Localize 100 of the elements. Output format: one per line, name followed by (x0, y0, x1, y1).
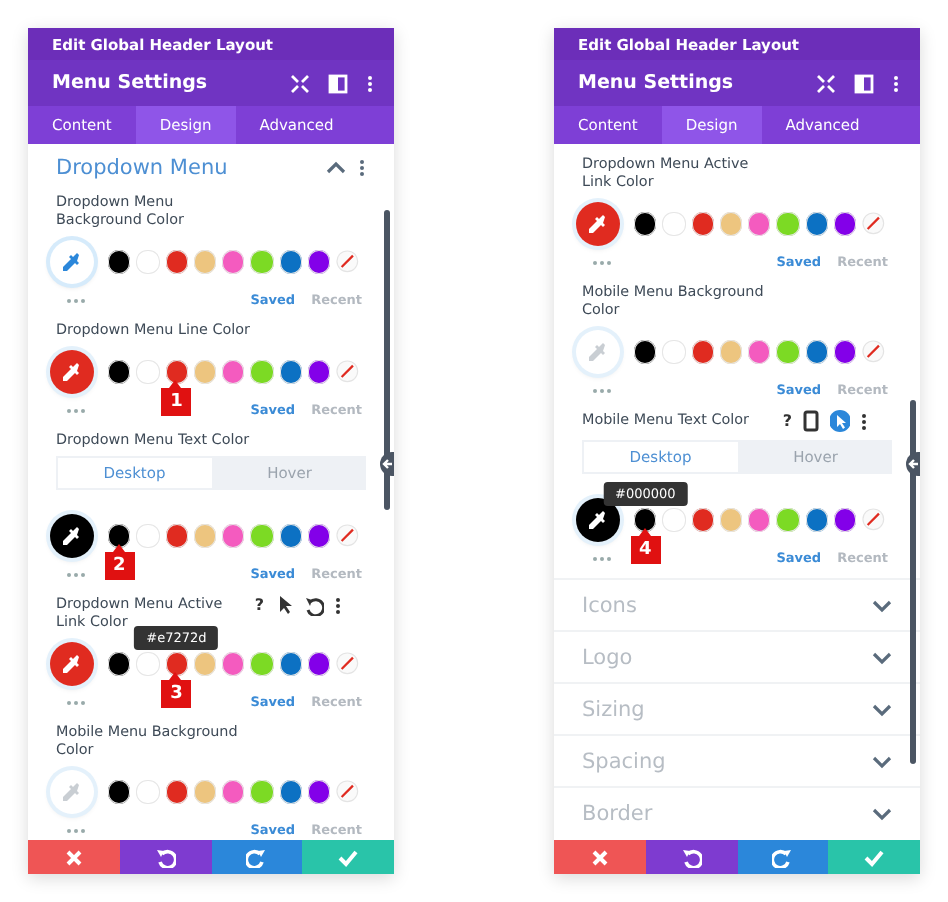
cursor-icon[interactable] (274, 594, 294, 616)
no-color-swatch[interactable] (336, 250, 360, 274)
color-swatch[interactable] (691, 212, 714, 236)
color-swatch[interactable] (805, 212, 829, 236)
color-swatch[interactable] (222, 652, 245, 676)
color-swatch[interactable] (691, 508, 714, 532)
phone-icon[interactable] (802, 410, 820, 432)
cancel-button[interactable] (554, 840, 646, 874)
color-swatch[interactable] (776, 212, 800, 236)
undo-button[interactable] (119, 840, 211, 874)
color-swatch[interactable] (279, 250, 303, 274)
color-swatch[interactable] (308, 524, 331, 548)
color-preview[interactable] (50, 350, 94, 394)
color-swatch[interactable] (193, 250, 217, 274)
color-swatch[interactable] (719, 212, 743, 236)
color-swatch[interactable] (279, 360, 303, 384)
help-button[interactable]: ? (254, 596, 264, 614)
color-swatch[interactable] (108, 250, 131, 274)
color-swatch[interactable] (193, 524, 217, 548)
scrollbar[interactable] (910, 400, 916, 764)
color-swatch[interactable] (136, 360, 160, 384)
color-swatch[interactable] (136, 250, 160, 274)
color-swatch[interactable] (279, 524, 303, 548)
cancel-button[interactable] (28, 840, 120, 874)
chevron-down-icon[interactable] (872, 597, 892, 613)
color-preview[interactable] (576, 498, 620, 542)
color-preview[interactable] (576, 330, 620, 374)
help-button[interactable]: ? (782, 412, 792, 430)
color-swatch[interactable] (193, 652, 217, 676)
split-view-icon[interactable] (328, 73, 348, 93)
section-title[interactable]: Dropdown Menu (56, 156, 228, 180)
chevron-down-icon[interactable] (872, 649, 892, 665)
color-swatch[interactable] (222, 250, 245, 274)
color-swatch[interactable] (279, 780, 303, 804)
color-preview[interactable] (50, 514, 94, 558)
color-swatch[interactable] (776, 508, 800, 532)
color-preview[interactable] (576, 202, 620, 246)
color-swatch[interactable] (136, 524, 160, 548)
no-color-swatch[interactable] (336, 780, 360, 804)
color-swatch[interactable] (805, 340, 829, 364)
color-swatch[interactable] (662, 212, 686, 236)
color-swatch[interactable] (108, 360, 131, 384)
color-swatch[interactable] (805, 508, 829, 532)
scrollbar[interactable] (384, 210, 390, 510)
color-swatch[interactable] (834, 508, 857, 532)
color-swatch[interactable] (136, 652, 160, 676)
more-icon[interactable] (334, 595, 342, 615)
section-title[interactable]: Spacing (582, 749, 666, 773)
color-swatch[interactable] (719, 340, 743, 364)
color-swatch[interactable] (308, 360, 331, 384)
color-swatch[interactable] (279, 652, 303, 676)
color-swatch[interactable] (165, 652, 188, 676)
color-swatch[interactable] (634, 340, 657, 364)
color-swatch[interactable] (108, 780, 131, 804)
collapse-handle[interactable] (380, 452, 394, 476)
color-preview[interactable] (50, 770, 94, 814)
color-swatch[interactable] (108, 652, 131, 676)
color-swatch[interactable] (222, 780, 245, 804)
color-swatch[interactable] (634, 212, 657, 236)
color-swatch[interactable] (748, 212, 771, 236)
color-swatch[interactable] (250, 780, 274, 804)
color-swatch[interactable] (193, 780, 217, 804)
section-title[interactable]: Icons (582, 593, 637, 617)
color-swatch[interactable] (250, 250, 274, 274)
no-color-swatch[interactable] (862, 340, 886, 364)
expand-icon[interactable] (290, 73, 310, 93)
color-swatch[interactable] (834, 340, 857, 364)
chevron-down-icon[interactable] (872, 753, 892, 769)
color-swatch[interactable] (748, 340, 771, 364)
color-swatch[interactable] (776, 340, 800, 364)
undo-icon[interactable] (304, 595, 324, 615)
section-title[interactable]: Logo (582, 645, 633, 669)
color-swatch[interactable] (308, 780, 331, 804)
more-icon[interactable] (860, 411, 868, 431)
color-swatch[interactable] (222, 360, 245, 384)
color-swatch[interactable] (165, 360, 188, 384)
color-swatch[interactable] (222, 524, 245, 548)
color-swatch[interactable] (308, 250, 331, 274)
no-color-swatch[interactable] (336, 652, 360, 676)
color-swatch[interactable] (165, 250, 188, 274)
color-swatch[interactable] (691, 340, 714, 364)
color-swatch[interactable] (250, 652, 274, 676)
color-swatch[interactable] (308, 652, 331, 676)
section-title[interactable]: Border (582, 801, 653, 825)
caret-up-icon[interactable] (326, 160, 346, 176)
color-swatch[interactable] (634, 508, 657, 532)
more-icon[interactable] (366, 73, 374, 93)
color-preview[interactable] (50, 240, 94, 284)
color-swatch[interactable] (165, 524, 188, 548)
color-preview[interactable] (50, 642, 94, 686)
color-swatch[interactable] (719, 508, 743, 532)
no-color-swatch[interactable] (862, 508, 886, 532)
more-icon[interactable] (892, 73, 900, 93)
color-swatch[interactable] (748, 508, 771, 532)
color-swatch[interactable] (250, 524, 274, 548)
redo-button[interactable] (211, 840, 303, 874)
color-swatch[interactable] (108, 524, 131, 548)
color-swatch[interactable] (662, 340, 686, 364)
expand-icon[interactable] (816, 73, 836, 93)
no-color-swatch[interactable] (336, 524, 360, 548)
